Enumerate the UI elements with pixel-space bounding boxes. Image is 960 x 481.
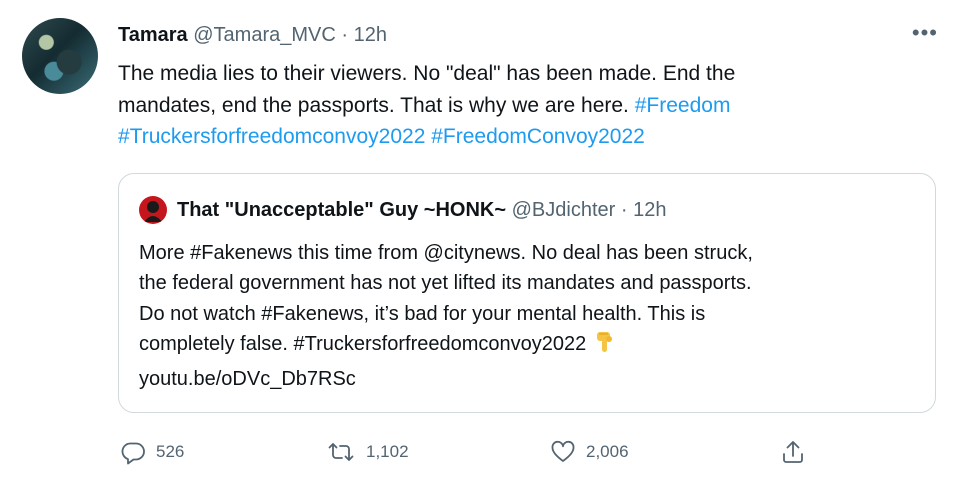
- meta-separator: ·: [620, 199, 628, 221]
- share-button[interactable]: [780, 430, 806, 474]
- share-icon: [783, 441, 803, 463]
- tweet-text-line: The media lies to their viewers. No "dea…: [118, 58, 918, 90]
- quoted-link[interactable]: youtu.be/oDVc_Db7RSc: [139, 364, 919, 394]
- meta-separator: ·: [341, 24, 349, 46]
- author-avatar[interactable]: [22, 18, 98, 94]
- pointing-down-emoji-icon: [594, 330, 616, 363]
- tweet-header: Tamara @Tamara_MVC · 12h: [118, 22, 387, 48]
- retweet-icon: [328, 443, 354, 461]
- author-display-name[interactable]: Tamara: [118, 24, 188, 46]
- quoted-tweet-text: More #Fakenews this time from @citynews.…: [139, 238, 919, 394]
- tweet-text: The media lies to their viewers. No "dea…: [118, 58, 918, 153]
- quoted-tweet-card[interactable]: That "Unacceptable" Guy ~HONK~ @BJdichte…: [118, 173, 936, 413]
- quoted-text-line: Do not watch #Fakenews, it’s bad for you…: [139, 302, 706, 325]
- quoted-text-line: completely false. #Truckersforfreedomcon…: [139, 329, 919, 363]
- tweet-text-line: mandates, end the passports. That is why…: [118, 90, 918, 122]
- reply-icon: [121, 442, 145, 465]
- quoted-text-line: the federal government has not yet lifte…: [139, 272, 752, 295]
- like-button[interactable]: 2,006: [550, 430, 629, 474]
- hashtag-link[interactable]: #Truckersforfreedomconvoy2022: [118, 125, 425, 148]
- heart-icon: [551, 440, 575, 462]
- tweet-text-line: #Truckersforfreedomconvoy2022 #FreedomCo…: [118, 121, 918, 153]
- reply-count: 526: [156, 442, 185, 461]
- quoted-text-line: More #Fakenews this time from @citynews.…: [139, 242, 753, 264]
- retweet-button[interactable]: 1,102: [326, 430, 409, 474]
- action-bar: 526 1,102 2,006: [0, 430, 960, 474]
- author-handle[interactable]: @Tamara_MVC: [193, 24, 336, 46]
- tweet-text-segment: mandates, end the passports. That is why…: [118, 93, 635, 117]
- hashtag-link[interactable]: #Freedom: [635, 94, 731, 117]
- quoted-author-avatar[interactable]: [139, 196, 167, 224]
- quoted-tweet-header: That "Unacceptable" Guy ~HONK~ @BJdichte…: [177, 196, 666, 224]
- tweet-time[interactable]: 12h: [354, 24, 387, 46]
- retweet-count: 1,102: [366, 442, 409, 461]
- quoted-author-handle[interactable]: @BJdichter: [512, 199, 616, 221]
- hashtag-link[interactable]: #FreedomConvoy2022: [431, 125, 645, 148]
- like-count: 2,006: [586, 442, 629, 461]
- quoted-author-display-name[interactable]: That "Unacceptable" Guy ~HONK~: [177, 199, 506, 221]
- more-options-icon[interactable]: •••: [912, 20, 938, 46]
- quoted-tweet-time[interactable]: 12h: [633, 199, 666, 221]
- tweet-text-segment: The media lies to their viewers. No "dea…: [118, 62, 736, 85]
- reply-button[interactable]: 526: [120, 430, 184, 474]
- quoted-text-segment: completely false. #Truckersforfreedomcon…: [139, 333, 587, 356]
